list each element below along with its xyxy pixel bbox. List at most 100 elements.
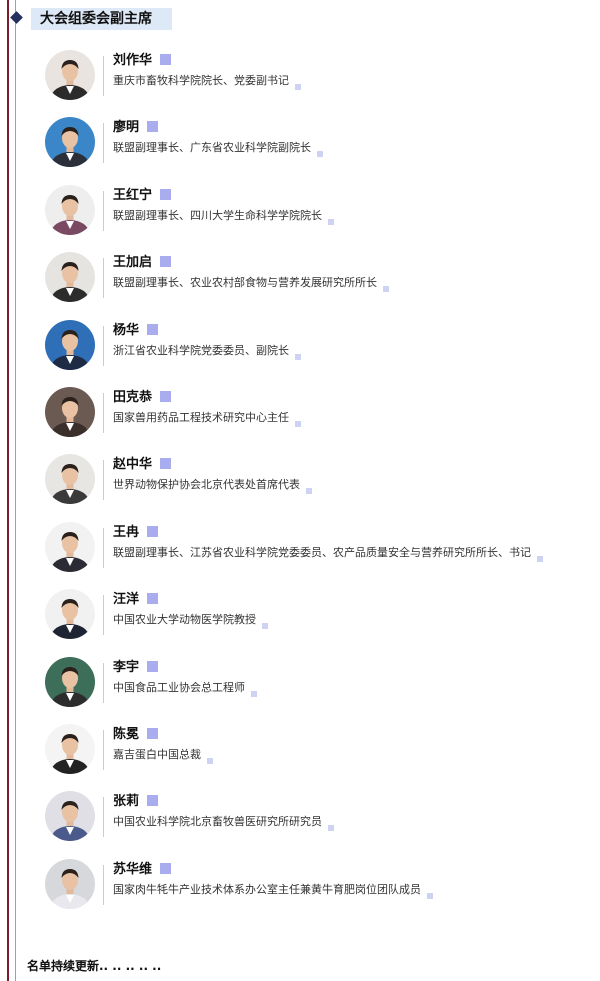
member-name: 赵中华 xyxy=(113,455,172,475)
member-role: 国家兽用药品工程技术研究中心主任 xyxy=(113,409,301,427)
portrait-icon xyxy=(45,454,95,505)
name-marker-icon xyxy=(147,593,159,605)
name-marker-icon xyxy=(147,121,159,133)
member-role-text: 联盟副理事长、广东省农业科学院副院长 xyxy=(113,141,311,155)
member-name-text: 杨华 xyxy=(113,322,140,338)
name-marker-icon xyxy=(147,795,159,807)
member-item: 赵中华世界动物保护协会北京代表处首席代表 xyxy=(0,452,600,512)
member-role-text: 世界动物保护协会北京代表处首席代表 xyxy=(113,478,300,492)
separator-line xyxy=(103,864,104,905)
member-name-text: 田克恭 xyxy=(113,390,153,405)
member-name-text: 张莉 xyxy=(113,794,140,810)
member-role: 重庆市畜牧科学院院长、党委副书记 xyxy=(113,72,301,90)
member-name-text: 王红宁 xyxy=(113,187,153,203)
member-role: 中国食品工业协会总工程师 xyxy=(113,679,257,697)
separator-line xyxy=(103,258,104,299)
separator-line xyxy=(103,460,104,501)
member-item: 张莉中国农业科学院北京畜牧兽医研究所研究员 xyxy=(0,789,600,849)
separator-line xyxy=(103,190,104,231)
portrait-icon xyxy=(45,50,95,100)
name-marker-icon xyxy=(147,660,159,672)
role-marker-icon xyxy=(207,758,213,764)
member-role-text: 国家肉牛牦牛产业技术体系办公室主任兼黄牛育肥岗位团队成员 xyxy=(113,882,421,896)
member-name-text: 陈冕 xyxy=(113,727,140,742)
member-name: 田克恭 xyxy=(113,388,172,408)
member-role-text: 国家兽用药品工程技术研究中心主任 xyxy=(113,411,289,424)
member-role-text: 重庆市畜牧科学院院长、党委副书记 xyxy=(113,74,289,87)
portrait-icon xyxy=(45,117,95,168)
separator-line xyxy=(103,595,104,636)
portrait-icon xyxy=(45,184,95,235)
name-marker-icon xyxy=(160,54,172,65)
member-name-text: 廖明 xyxy=(113,120,140,136)
separator-line xyxy=(103,797,104,838)
member-item: 杨华浙江省农业科学院党委委员、副院长 xyxy=(0,318,600,378)
member-name: 刘作华 xyxy=(113,51,172,71)
member-name: 王加启 xyxy=(113,253,172,273)
name-marker-icon xyxy=(160,458,172,470)
member-item: 王冉联盟副理事长、江苏省农业科学院党委委员、农产品质量安全与营养研究所所长、书记 xyxy=(0,520,600,580)
member-name: 廖明 xyxy=(113,118,159,138)
member-role-text: 浙江省农业科学院党委委员、副院长 xyxy=(113,343,289,357)
name-marker-icon xyxy=(160,256,172,268)
role-marker-icon xyxy=(295,353,301,360)
separator-line xyxy=(103,730,104,770)
separator-line xyxy=(103,123,104,164)
role-marker-icon xyxy=(295,421,301,427)
member-role: 联盟副理事长、江苏省农业科学院党委委员、农产品质量安全与营养研究所所长、书记 xyxy=(113,544,543,562)
member-item: 李宇中国食品工业协会总工程师 xyxy=(0,655,600,715)
member-item: 王加启联盟副理事长、农业农村部食物与营养发展研究所所长 xyxy=(0,250,600,310)
member-name: 王红宁 xyxy=(113,186,172,206)
member-role: 联盟副理事长、农业农村部食物与营养发展研究所所长 xyxy=(113,274,389,293)
role-marker-icon xyxy=(328,218,334,225)
member-name-text: 李宇 xyxy=(113,659,140,675)
separator-line xyxy=(103,527,104,568)
member-item: 王红宁联盟副理事长、四川大学生命科学学院院长 xyxy=(0,183,600,243)
member-role-text: 嘉吉蛋白中国总裁 xyxy=(113,748,201,761)
role-marker-icon xyxy=(427,892,433,899)
member-item: 苏华维国家肉牛牦牛产业技术体系办公室主任兼黄牛育肥岗位团队成员 xyxy=(0,857,600,917)
portrait-icon xyxy=(45,589,95,640)
member-item: 田克恭国家兽用药品工程技术研究中心主任 xyxy=(0,385,600,445)
name-marker-icon xyxy=(147,728,159,739)
role-marker-icon xyxy=(295,84,301,90)
name-marker-icon xyxy=(160,862,172,874)
member-name: 张莉 xyxy=(113,792,159,812)
member-item: 汪洋中国农业大学动物医学院教授 xyxy=(0,587,600,647)
role-marker-icon xyxy=(306,488,312,495)
member-name-text: 王冉 xyxy=(113,524,140,540)
member-item: 廖明联盟副理事长、广东省农业科学院副院长 xyxy=(0,115,600,175)
section-title: 大会组委会副主席 xyxy=(40,11,152,27)
separator-line xyxy=(103,325,104,366)
member-item: 陈冕嘉吉蛋白中国总裁 xyxy=(0,722,600,782)
portrait-icon xyxy=(45,387,95,437)
separator-line xyxy=(103,56,104,96)
name-marker-icon xyxy=(147,323,159,335)
name-marker-icon xyxy=(160,391,172,402)
portrait-icon xyxy=(45,656,95,707)
member-name-text: 汪洋 xyxy=(113,592,140,608)
member-name: 李宇 xyxy=(113,658,159,678)
member-role-text: 中国农业大学动物医学院教授 xyxy=(113,613,256,627)
member-name: 杨华 xyxy=(113,321,159,341)
member-role-text: 联盟副理事长、四川大学生命科学学院院长 xyxy=(113,208,322,222)
member-role: 浙江省农业科学院党委委员、副院长 xyxy=(113,342,301,360)
diamond-bullet-icon xyxy=(10,11,23,24)
member-role: 中国农业科学院北京畜牧兽医研究所研究员 xyxy=(113,813,334,832)
member-role-text: 联盟副理事长、农业农村部食物与营养发展研究所所长 xyxy=(113,276,377,290)
role-marker-icon xyxy=(328,825,334,832)
member-name-text: 王加启 xyxy=(113,255,153,271)
member-role: 国家肉牛牦牛产业技术体系办公室主任兼黄牛育肥岗位团队成员 xyxy=(113,881,433,899)
member-role: 世界动物保护协会北京代表处首席代表 xyxy=(113,476,312,495)
member-name-text: 赵中华 xyxy=(113,457,153,473)
role-marker-icon xyxy=(537,555,543,562)
member-name-text: 苏华维 xyxy=(113,861,153,877)
member-role: 联盟副理事长、四川大学生命科学学院院长 xyxy=(113,207,334,225)
separator-line xyxy=(103,662,104,703)
role-marker-icon xyxy=(251,690,257,697)
name-marker-icon xyxy=(160,188,172,200)
member-role: 中国农业大学动物医学院教授 xyxy=(113,611,268,630)
member-item: 刘作华重庆市畜牧科学院院长、党委副书记 xyxy=(0,48,600,108)
member-name: 汪洋 xyxy=(113,590,159,610)
member-name-text: 刘作华 xyxy=(113,53,153,68)
